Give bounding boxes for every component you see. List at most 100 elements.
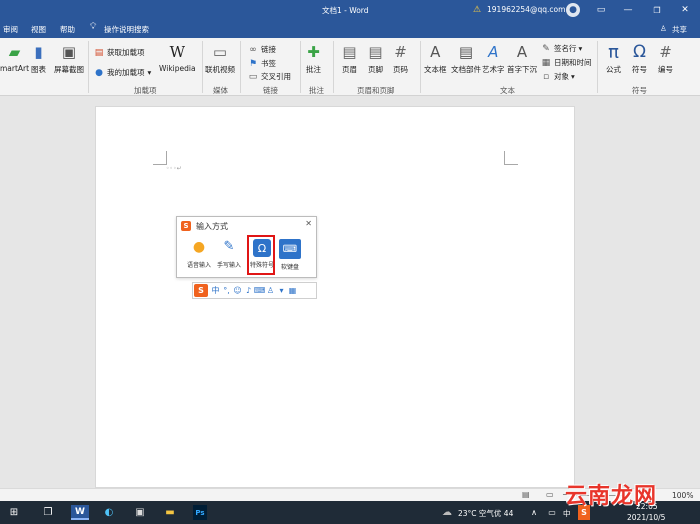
ime-toolbar: S 中 °, ☺ ♪ ⌨ ♙ ▾ ▦ (192, 282, 317, 299)
wikipedia-icon: W (169, 43, 185, 61)
margin-corner-mark (504, 151, 518, 165)
group-label-text: 文本 (500, 86, 515, 95)
zoom-level[interactable]: 100% (672, 491, 693, 500)
tell-me-search[interactable]: 操作说明搜索 (104, 24, 149, 35)
symbol-button[interactable]: Ω 符号 (632, 42, 647, 75)
comment-icon: ✚ (307, 43, 320, 61)
word-app-icon[interactable]: W (71, 505, 89, 520)
keyboard-icon: ⌨ (279, 239, 301, 259)
ribbon-tabs: 审阅 视图 帮助 💡︎ 操作说明搜索 ♙ 共享 (0, 20, 700, 38)
footer-icon: ▤ (368, 43, 383, 61)
tab-help[interactable]: 帮助 (60, 24, 75, 35)
bookmark-button[interactable]: ⚑ 书签 (248, 58, 276, 69)
chevron-down-icon: ▾ (578, 44, 583, 53)
wordart-button[interactable]: A 艺术字 (482, 42, 505, 75)
voice-input-button[interactable]: ● 语音输入 (187, 239, 211, 269)
restore-icon[interactable]: ❐ (650, 3, 664, 17)
online-video-button[interactable]: ▭ 联机视频 (205, 42, 235, 75)
divider (333, 41, 334, 93)
wordart-icon: A (488, 43, 499, 61)
signature-icon: ✎ (542, 43, 550, 54)
divider (420, 41, 421, 93)
share-icon[interactable]: ♙ (660, 24, 667, 33)
get-addins-button[interactable]: ▤ 获取加载项 (94, 47, 145, 58)
account-email[interactable]: 191962254@qq.com (487, 5, 565, 14)
network-icon[interactable]: ▭ (546, 505, 558, 520)
link-button[interactable]: ∞ 链接 (248, 44, 276, 55)
chevron-down-icon: ▾ (147, 68, 152, 77)
divider (300, 41, 301, 93)
file-explorer-icon[interactable]: ▬ (163, 505, 177, 520)
crossref-icon: ▭ (248, 71, 258, 82)
clock-date[interactable]: 2021/10/5 (627, 513, 665, 522)
crossref-button[interactable]: ▭ 交叉引用 (248, 71, 291, 82)
group-label-addins: 加载项 (134, 86, 157, 95)
object-icon: ▫ (542, 71, 550, 82)
read-mode-icon[interactable]: ▤ (522, 490, 530, 499)
store-icon[interactable]: ▣ (133, 505, 147, 520)
handwrite-input-button[interactable]: ✎ 手写输入 (217, 239, 241, 269)
divider (202, 41, 203, 93)
date-time-button[interactable]: ▦ 日期和时间 (541, 57, 592, 68)
signature-line-button[interactable]: ✎ 签名行 ▾ (541, 43, 582, 54)
special-symbols-button[interactable]: Ω 特殊符号 (250, 239, 274, 269)
calendar-icon: ▦ (541, 57, 551, 68)
textbox-button[interactable]: A 文本框 (424, 42, 447, 75)
dropcap-button[interactable]: A 首字下沉 (507, 42, 537, 75)
equation-button[interactable]: π 公式 (606, 42, 621, 75)
ribbon-display-options-icon[interactable]: ▭ (594, 3, 608, 17)
chevron-up-icon[interactable]: ∧ (528, 505, 540, 520)
watermark-logo: 云南龙网 (565, 484, 658, 509)
microphone-icon: ● (192, 239, 206, 255)
smartart-button[interactable]: ▰ martArt (0, 42, 29, 73)
close-icon[interactable]: ✕ (678, 3, 692, 17)
close-icon[interactable]: ✕ (305, 219, 312, 228)
group-label-media: 媒体 (213, 86, 228, 95)
sogou-logo-icon[interactable]: S (194, 284, 208, 297)
quickparts-icon: ▤ (458, 43, 474, 61)
avatar[interactable]: ● (566, 3, 580, 17)
edge-browser-icon[interactable]: ◐ (102, 505, 116, 520)
task-view-icon[interactable]: ❐ (41, 505, 55, 520)
user-icon[interactable]: ♙ (265, 284, 276, 297)
emoji-icon[interactable]: ☺ (232, 284, 243, 297)
punctuation-icon[interactable]: °, (221, 284, 232, 297)
bookmark-icon: ⚑ (248, 58, 258, 69)
weather-text[interactable]: 23°C 空气优 44 (458, 508, 513, 519)
tab-review[interactable]: 审阅 (3, 24, 18, 35)
share-button[interactable]: 共享 (672, 24, 687, 35)
microphone-icon[interactable]: ♪ (243, 284, 254, 297)
minimize-icon[interactable]: — (621, 3, 635, 17)
number-button[interactable]: # 编号 (658, 42, 673, 75)
screenshot-icon: ▣ (61, 43, 77, 61)
comment-button[interactable]: ✚ 批注 (306, 42, 321, 75)
wikipedia-button[interactable]: W Wikipedia (159, 42, 196, 73)
skin-icon[interactable]: ▾ (276, 284, 287, 297)
chart-button[interactable]: ▮ 图表 (31, 42, 46, 75)
screenshot-button[interactable]: ▣ 屏幕截图 (54, 42, 84, 75)
chevron-down-icon: ▾ (571, 72, 575, 81)
footer-button[interactable]: ▤ 页脚 (368, 42, 383, 75)
keyboard-icon[interactable]: ⌨ (254, 284, 266, 297)
windows-start-icon[interactable]: ⊞ (7, 505, 21, 520)
cloud-icon: ☁ (442, 507, 452, 518)
chinese-mode-button[interactable]: 中 (210, 284, 221, 297)
object-button[interactable]: ▫ 对象 ▾ (541, 71, 575, 82)
pen-icon: ✎ (223, 239, 235, 254)
warning-icon[interactable]: ⚠ (471, 3, 483, 17)
smartart-icon: ▰ (8, 43, 21, 61)
photoshop-icon[interactable]: Ps (193, 505, 207, 520)
my-addins-button[interactable]: ● 我的加载项 ▾ (94, 67, 151, 78)
lightbulb-icon: 💡︎ (90, 22, 97, 32)
sogou-logo-icon: S (181, 221, 191, 231)
soft-keyboard-button[interactable]: ⌨ 软键盘 (279, 239, 301, 271)
header-button[interactable]: ▤ 页眉 (342, 42, 357, 75)
tab-view[interactable]: 视图 (31, 24, 46, 35)
page-number-button[interactable]: # 页码 (393, 42, 408, 75)
document-page[interactable] (95, 106, 575, 488)
toolbox-icon[interactable]: ▦ (287, 284, 298, 297)
header-icon: ▤ (342, 43, 357, 61)
print-layout-icon[interactable]: ▭ (546, 490, 554, 499)
ribbon: ▰ martArt ▮ 图表 ▣ 屏幕截图 ▤ 获取加载项 ● 我的加载项 ▾ W Wikip… (0, 38, 700, 96)
quickparts-button[interactable]: ▤ 文档部件 (451, 42, 481, 75)
